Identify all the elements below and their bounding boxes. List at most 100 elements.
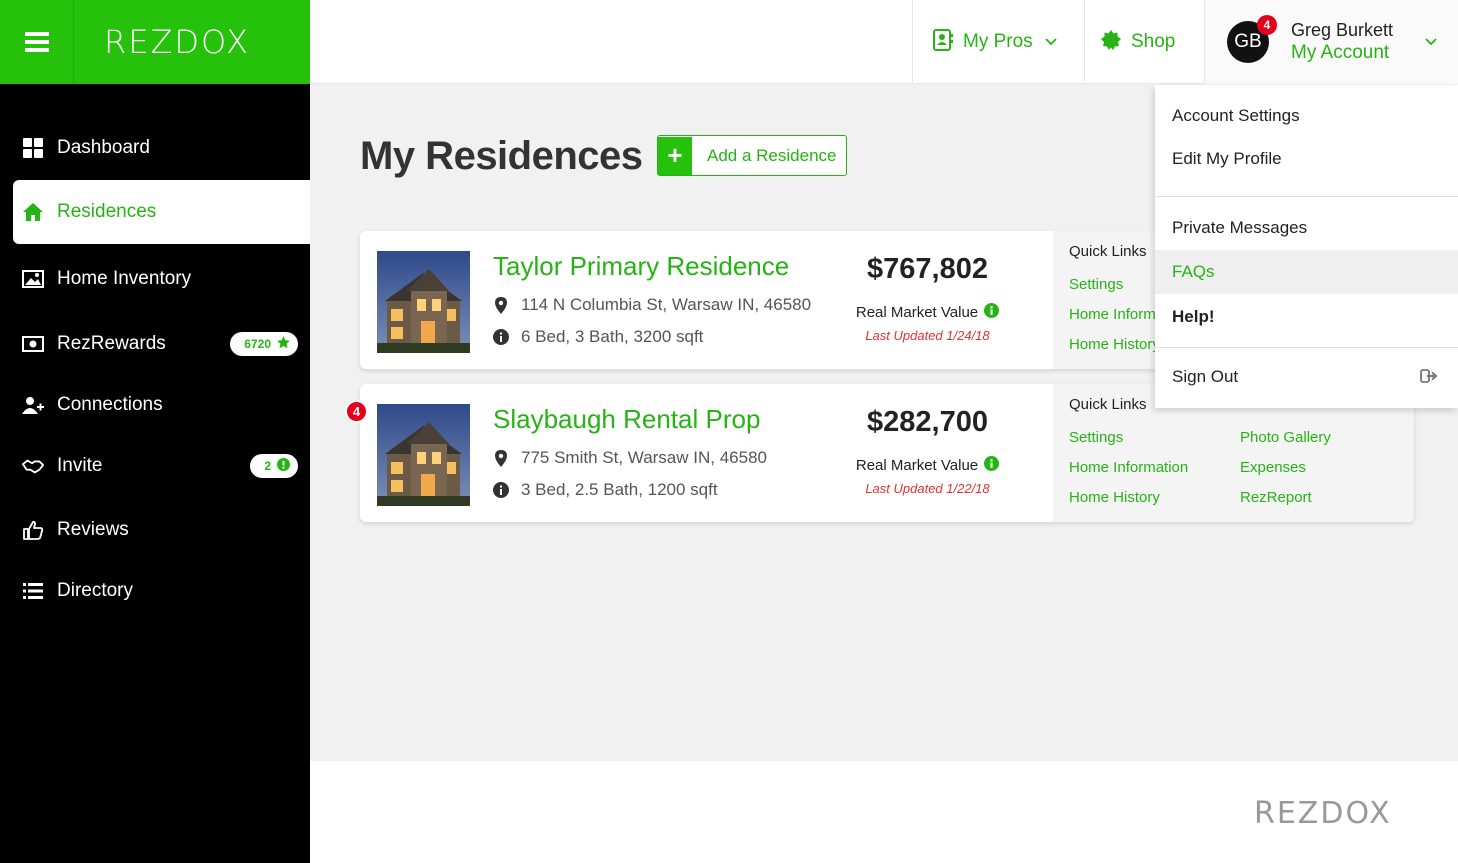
invite-badge: 2: [250, 454, 298, 478]
house-photo[interactable]: [377, 251, 470, 353]
quick-link-home-history[interactable]: Home History: [1069, 489, 1160, 506]
add-residence-button[interactable]: + Add a Residence: [657, 135, 847, 176]
market-value: $767,802: [867, 253, 988, 285]
my-account-label: My Account: [1291, 42, 1390, 64]
add-residence-label: Add a Residence: [707, 145, 837, 165]
value-label-text: Real Market Value: [855, 304, 979, 321]
residence-name[interactable]: Slaybaugh Rental Prop: [493, 404, 760, 435]
badge-star-icon: [1101, 29, 1121, 55]
quick-link-expenses[interactable]: Expenses: [1240, 459, 1306, 476]
shop-link[interactable]: Shop: [1084, 0, 1204, 84]
account-menu[interactable]: GB 4 Greg Burkett My Account: [1204, 0, 1458, 84]
info-icon: [277, 458, 290, 474]
quick-links-title: Quick Links: [1069, 396, 1147, 413]
user-plus-icon: [22, 394, 44, 416]
grid-icon: [22, 137, 44, 159]
contact-book-icon: [933, 28, 953, 56]
dropdown-account-settings[interactable]: Account Settings: [1155, 94, 1458, 138]
account-dropdown: Account Settings Edit My Profile Private…: [1155, 85, 1458, 408]
rewards-badge: 6720: [230, 332, 298, 356]
my-pros-menu[interactable]: My Pros: [912, 0, 1084, 84]
quick-link-home-history[interactable]: Home History: [1069, 336, 1160, 353]
rewards-count: 6720: [244, 337, 271, 351]
residence-address: 775 Smith St, Warsaw IN, 46580: [493, 448, 767, 468]
quick-link-home-information[interactable]: Home Inform: [1069, 306, 1156, 323]
address-text: 775 Smith St, Warsaw IN, 46580: [521, 448, 767, 467]
avatar-initials: GB: [1234, 31, 1262, 52]
dropdown-sign-out[interactable]: Sign Out: [1155, 355, 1458, 399]
chevron-down-icon: [1045, 33, 1057, 51]
value-label-text: Real Market Value: [855, 457, 979, 474]
hamburger-menu-icon[interactable]: [0, 0, 74, 84]
quick-link-home-information[interactable]: Home Information: [1069, 459, 1188, 476]
residence-name[interactable]: Taylor Primary Residence: [493, 251, 789, 282]
footer-logo: REZDOX: [1254, 796, 1392, 831]
sidebar-item-reviews[interactable]: Reviews: [0, 499, 310, 561]
details-text: 6 Bed, 3 Bath, 3200 sqft: [521, 327, 704, 346]
top-header: My Pros Shop GB 4 Greg Burkett My Accoun…: [310, 0, 1458, 84]
sidebar-item-label: Connections: [57, 394, 163, 415]
account-name: Greg Burkett: [1291, 19, 1394, 40]
quick-link-rezreport[interactable]: RezReport: [1240, 489, 1312, 506]
brand-logo[interactable]: REZDOX: [104, 23, 250, 61]
page-title: My Residences: [360, 134, 643, 178]
sidebar-item-label: Residences: [57, 201, 157, 222]
quick-link-settings[interactable]: Settings: [1069, 276, 1123, 293]
last-updated: Last Updated 1/24/18: [865, 328, 990, 343]
residence-notification-badge: 4: [345, 400, 368, 423]
dropdown-faqs[interactable]: FAQs: [1155, 250, 1458, 294]
dropdown-divider: [1155, 196, 1458, 197]
sidebar-item-dashboard[interactable]: Dashboard: [0, 117, 310, 179]
dropdown-divider: [1155, 347, 1458, 348]
last-updated: Last Updated 1/22/18: [865, 481, 990, 496]
market-value-label: Real Market Value: [820, 456, 1035, 475]
quick-link-settings[interactable]: Settings: [1069, 429, 1123, 446]
avatar[interactable]: GB 4: [1227, 15, 1277, 63]
brand-bar: REZDOX: [0, 0, 310, 84]
address-text: 114 N Columbia St, Warsaw IN, 46580: [521, 295, 812, 314]
info-icon: [493, 482, 509, 498]
sidebar-item-invite[interactable]: Invite 2: [0, 435, 310, 497]
map-pin-icon: [493, 449, 509, 467]
house-photo[interactable]: [377, 404, 470, 506]
sidebar-item-label: Home Inventory: [57, 268, 192, 289]
image-icon: [22, 268, 44, 290]
star-icon: [277, 336, 290, 352]
map-pin-icon: [493, 296, 509, 314]
sidebar-item-rezrewards[interactable]: RezRewards 6720: [0, 313, 310, 375]
sidebar-item-directory[interactable]: Directory: [0, 560, 310, 622]
sidebar-item-label: Directory: [57, 580, 134, 601]
chevron-down-icon: [1425, 33, 1437, 51]
home-icon: [22, 201, 44, 223]
sign-out-icon: [1420, 368, 1438, 389]
quick-link-photo-gallery[interactable]: Photo Gallery: [1240, 429, 1331, 446]
money-icon: [22, 333, 44, 355]
list-icon: [22, 580, 44, 602]
dropdown-help[interactable]: Help!: [1155, 295, 1458, 339]
residence-details: 3 Bed, 2.5 Bath, 1200 sqft: [493, 480, 718, 500]
handshake-icon: [22, 455, 44, 477]
info-icon[interactable]: [984, 456, 1000, 475]
sidebar: Dashboard Residences Home Inventory RezR…: [0, 84, 310, 863]
market-value-label: Real Market Value: [820, 303, 1035, 322]
sign-out-label: Sign Out: [1172, 367, 1239, 386]
sidebar-item-label: Dashboard: [57, 137, 150, 158]
sidebar-item-label: Invite: [57, 455, 103, 476]
shop-label: Shop: [1131, 31, 1176, 52]
dropdown-edit-profile[interactable]: Edit My Profile: [1155, 137, 1458, 181]
market-value: $282,700: [867, 406, 988, 438]
plus-icon: +: [658, 136, 692, 175]
sidebar-item-label: RezRewards: [57, 333, 166, 354]
info-icon: [493, 329, 509, 345]
sidebar-item-residences[interactable]: Residences: [13, 180, 310, 244]
sidebar-item-home-inventory[interactable]: Home Inventory: [0, 248, 310, 310]
residence-details: 6 Bed, 3 Bath, 3200 sqft: [493, 327, 703, 347]
sidebar-item-connections[interactable]: Connections: [0, 374, 310, 436]
details-text: 3 Bed, 2.5 Bath, 1200 sqft: [521, 480, 718, 499]
my-pros-label: My Pros: [963, 31, 1033, 52]
sidebar-item-label: Reviews: [57, 519, 129, 540]
dropdown-private-messages[interactable]: Private Messages: [1155, 206, 1458, 250]
info-icon[interactable]: [984, 303, 1000, 322]
notification-badge: 4: [1257, 15, 1277, 35]
thumbs-up-icon: [22, 519, 44, 541]
